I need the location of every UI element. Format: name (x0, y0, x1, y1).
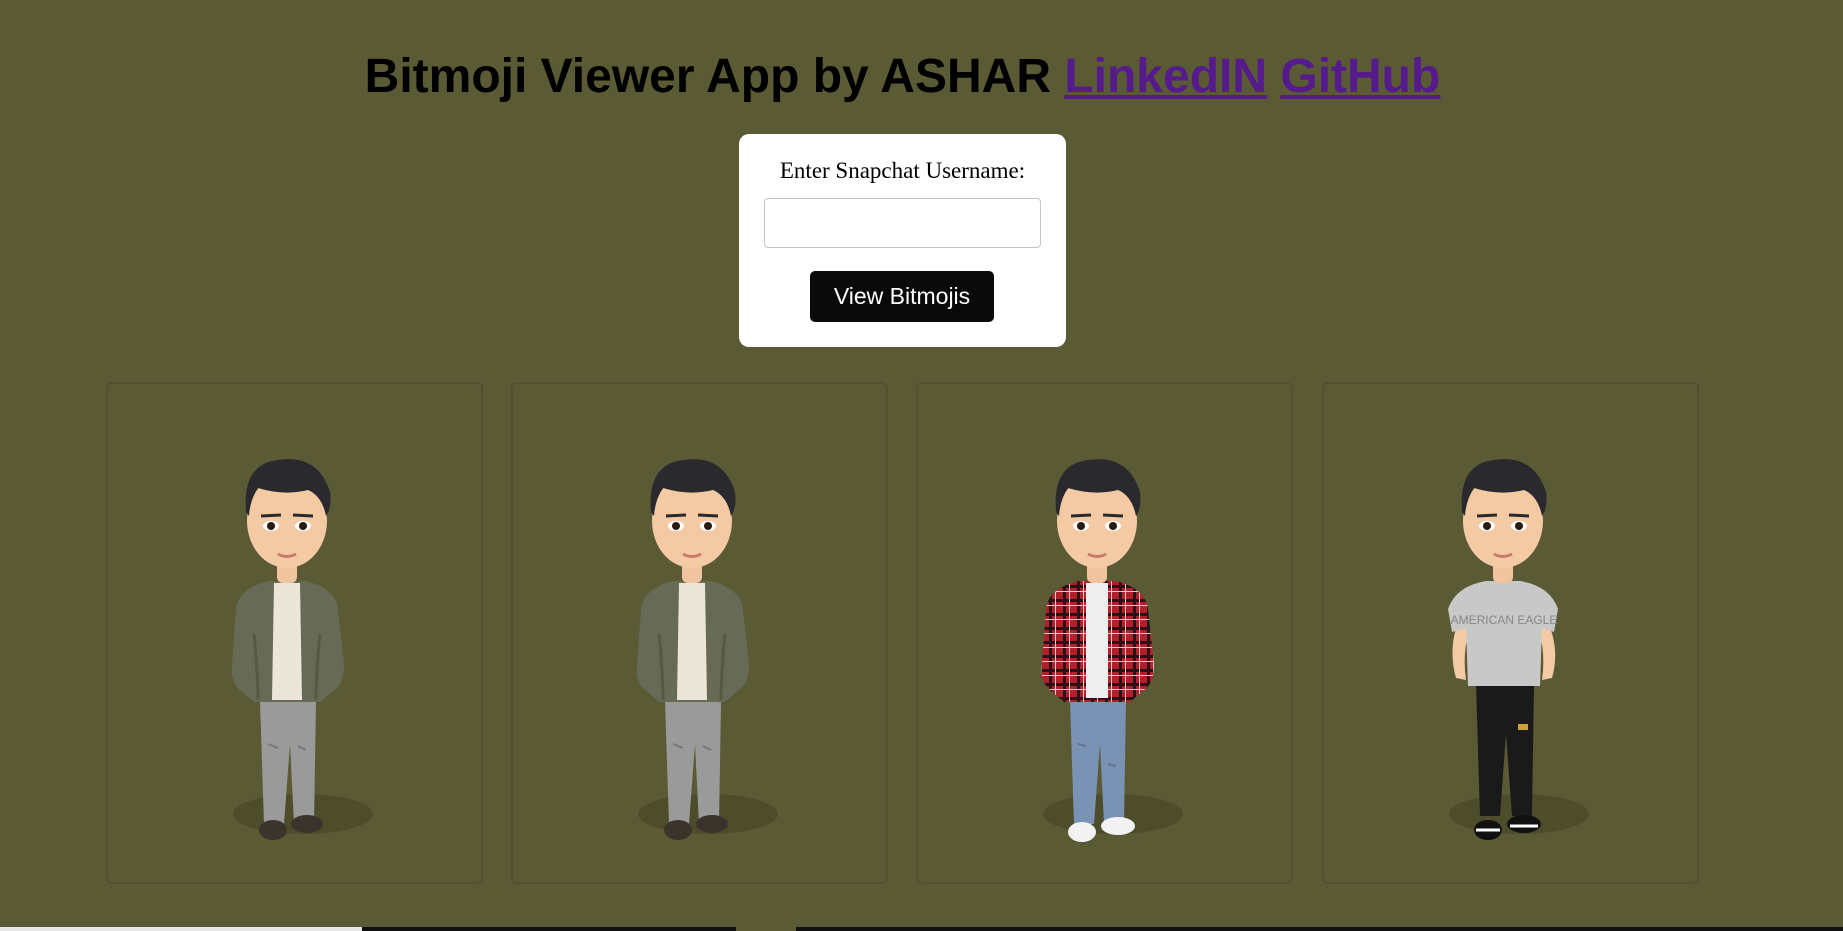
bitmoji-gallery: AMERICAN EAGLE (106, 382, 1700, 884)
page-title: Bitmoji Viewer App by ASHAR LinkedIN Git… (0, 46, 1805, 108)
username-input[interactable] (764, 198, 1041, 248)
bitmoji-card[interactable] (916, 382, 1293, 884)
bitmoji-avatar-icon (636, 459, 778, 840)
github-link[interactable]: GitHub (1280, 50, 1440, 103)
shirt-print-text: AMERICAN EAGLE (1451, 613, 1558, 627)
scrollbar-thumb[interactable] (0, 927, 362, 931)
bitmoji-card[interactable]: AMERICAN EAGLE (1322, 382, 1699, 884)
view-bitmojis-button[interactable]: View Bitmojis (810, 271, 994, 322)
bitmoji-avatar-icon: AMERICAN EAGLE (1448, 459, 1589, 840)
bitmoji-avatar-icon (231, 459, 373, 840)
bitmoji-card[interactable] (106, 382, 483, 884)
username-label: Enter Snapchat Username: (779, 158, 1026, 183)
linkedin-link[interactable]: LinkedIN (1064, 50, 1267, 103)
bitmoji-card[interactable] (511, 382, 888, 884)
title-text: Bitmoji Viewer App by ASHAR (364, 50, 1051, 103)
scrollbar-gap (736, 927, 796, 931)
horizontal-scrollbar[interactable] (0, 927, 1843, 931)
username-form: Enter Snapchat Username: View Bitmojis (739, 134, 1066, 347)
page: Bitmoji Viewer App by ASHAR LinkedIN Git… (0, 0, 1843, 931)
bitmoji-avatar-icon (1041, 459, 1183, 842)
